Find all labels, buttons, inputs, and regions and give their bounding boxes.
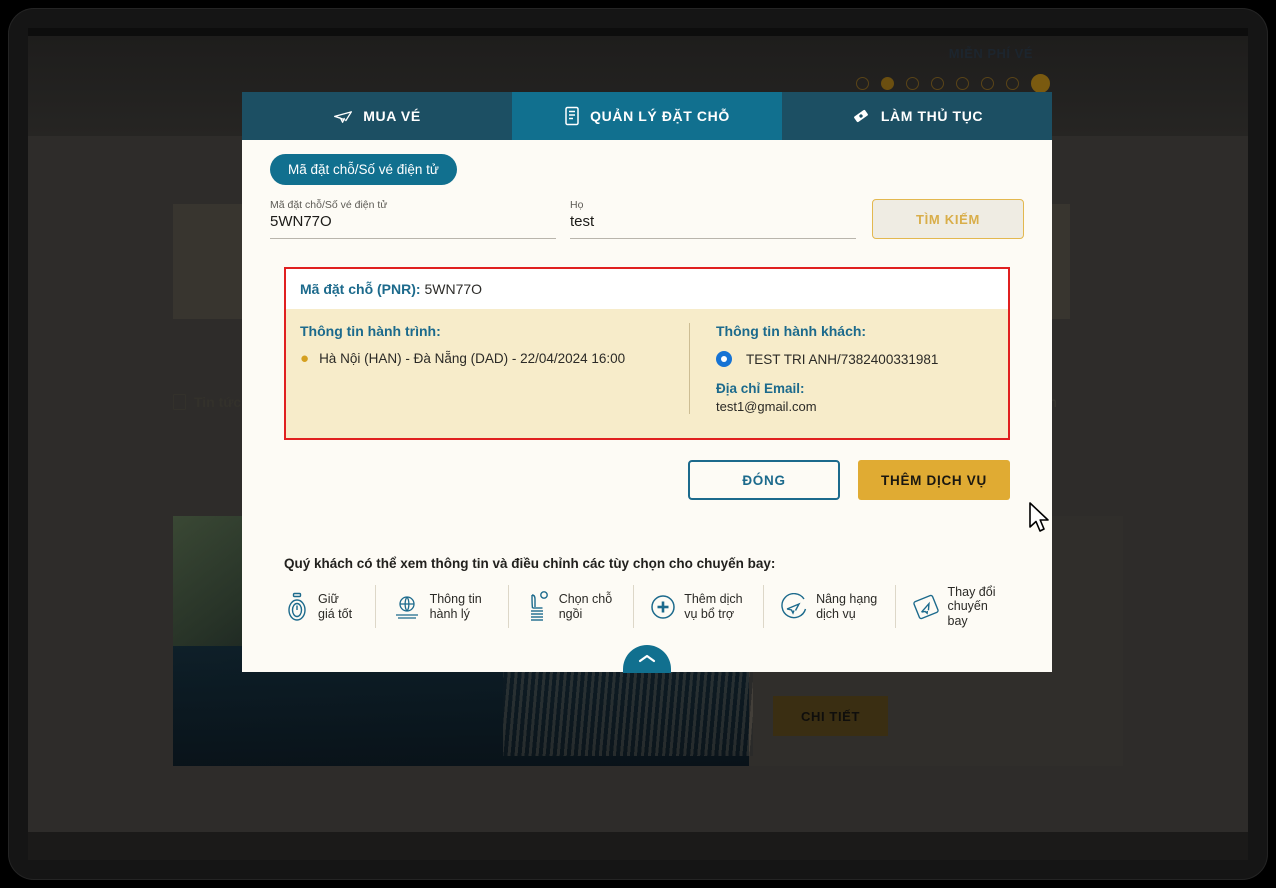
pnr-field-group: Mã đặt chỗ/Số vé điện tử (270, 199, 556, 239)
itinerary-segment: ● Hà Nội (HAN) - Đà Nẵng (DAD) - 22/04/2… (300, 351, 675, 366)
services-title: Quý khách có thể xem thông tin và điều c… (284, 556, 776, 571)
baggage-icon (395, 595, 418, 619)
service-change-flight[interactable]: Thay đổi chuyến bay (896, 585, 1010, 628)
service-baggage-info[interactable]: Thông tin hành lý (376, 585, 509, 629)
seat-icon (530, 590, 548, 621)
carousel-pause-button[interactable] (1031, 74, 1050, 93)
stopwatch-icon (288, 592, 306, 621)
service-ancillary-label: Thêm dịch vụ bổ trợ (684, 592, 743, 621)
background-promo-detail-button[interactable]: CHI TIẾT (773, 696, 888, 736)
document-icon (173, 394, 186, 410)
background-hero-title: MIỄN PHÍ VÉ (948, 46, 1033, 61)
lastname-field-label: Họ (570, 199, 584, 211)
radio-inner-dot (721, 356, 727, 362)
panel-content: Mã đặt chỗ/Số vé điện tử Mã đặt chỗ/Số v… (242, 140, 1052, 673)
search-type-pill-pnr[interactable]: Mã đặt chỗ/Số vé điện tử (270, 154, 457, 185)
service-ancillary[interactable]: Thêm dịch vụ bổ trợ (634, 585, 765, 629)
booking-document-icon (565, 106, 579, 126)
airplane-icon (334, 111, 353, 123)
service-change-flight-label: Thay đổi chuyến bay (947, 585, 996, 628)
background-topbar (28, 28, 1248, 36)
carousel-dot[interactable] (956, 77, 969, 90)
search-form: Mã đặt chỗ/Số vé điện tử Họ TÌM KIẾM (270, 199, 1024, 239)
service-hold-price-label: Giữ giá tốt (318, 592, 353, 621)
passenger-row[interactable]: TEST TRI ANH/7382400331981 (716, 351, 994, 367)
carousel-dots[interactable] (856, 74, 1050, 93)
carousel-dot[interactable] (1006, 77, 1019, 90)
tab-buy-ticket-label: MUA VÉ (363, 108, 421, 124)
itinerary-segment-text: Hà Nội (HAN) - Đà Nẵng (DAD) - 22/04/202… (319, 351, 626, 366)
service-baggage-info-label: Thông tin hành lý (429, 592, 482, 621)
itinerary-title: Thông tin hành trình: (300, 323, 441, 339)
service-seat-selection[interactable]: Chọn chỗ ngồi (509, 585, 635, 629)
booking-result-header: Mã đặt chỗ (PNR): 5WN77O (286, 269, 1008, 309)
carousel-dot[interactable] (906, 77, 919, 90)
passenger-title: Thông tin hành khách: (716, 323, 867, 339)
background-news-label: Tin tức (194, 394, 242, 410)
panel-tabs: MUA VÉ QUẢN LÝ ĐẶT CHỖ LÀM THỦ TỤC (242, 92, 1052, 140)
service-upgrade-label: Nâng hạng dịch vụ (816, 592, 878, 621)
tab-manage-booking-label: QUẢN LÝ ĐẶT CHỖ (590, 108, 730, 124)
booking-result-body: Thông tin hành trình: ● Hà Nội (HAN) - Đ… (286, 309, 1008, 438)
pnr-label: Mã đặt chỗ (PNR): (300, 281, 421, 297)
tab-check-in-label: LÀM THỦ TỤC (880, 108, 984, 124)
carousel-dot-active[interactable] (881, 77, 894, 90)
email-value: test1@gmail.com (716, 399, 817, 414)
carousel-dot[interactable] (856, 77, 869, 90)
booking-management-panel: MUA VÉ QUẢN LÝ ĐẶT CHỖ LÀM THỦ TỤC Mã đặ… (242, 92, 1052, 674)
lastname-input[interactable] (570, 213, 856, 239)
background-footer (28, 832, 1248, 860)
passenger-radio-selected[interactable] (716, 351, 732, 367)
services-row: Giữ giá tốt Thông tin hành lý Chọn chỗ n… (284, 585, 1010, 629)
pnr-code: 5WN77O (424, 281, 483, 297)
carousel-dot[interactable] (981, 77, 994, 90)
panel-actions: ĐÓNG THÊM DỊCH VỤ (284, 460, 1010, 500)
upgrade-icon (781, 592, 807, 618)
close-button[interactable]: ĐÓNG (688, 460, 840, 500)
search-button[interactable]: TÌM KIẾM (872, 199, 1024, 239)
email-label: Địa chỉ Email: (716, 381, 805, 396)
chevron-up-icon (638, 655, 656, 663)
pnr-input[interactable] (270, 213, 556, 239)
bullet-icon: ● (300, 350, 310, 367)
service-upgrade[interactable]: Nâng hạng dịch vụ (764, 585, 896, 629)
booking-result-card: Mã đặt chỗ (PNR): 5WN77O Thông tin hành … (284, 267, 1010, 440)
tab-buy-ticket[interactable]: MUA VÉ (242, 92, 512, 140)
tab-check-in[interactable]: LÀM THỦ TỤC (782, 92, 1052, 140)
pnr-field-label: Mã đặt chỗ/Số vé điện tử (270, 199, 388, 211)
tab-manage-booking[interactable]: QUẢN LÝ ĐẶT CHỖ (512, 92, 782, 140)
change-flight-icon (912, 594, 939, 619)
add-service-button[interactable]: THÊM DỊCH VỤ (858, 460, 1010, 500)
service-hold-price[interactable]: Giữ giá tốt (284, 585, 376, 629)
device-frame: MIỄN PHÍ VÉ HÀNH TRẢ (0, 0, 1276, 888)
lastname-field-group: Họ (570, 199, 856, 239)
itinerary-column: Thông tin hành trình: ● Hà Nội (HAN) - Đ… (300, 323, 690, 414)
service-seat-selection-label: Chọn chỗ ngồi (558, 592, 613, 621)
carousel-dot[interactable] (931, 77, 944, 90)
passenger-name: TEST TRI ANH/7382400331981 (746, 351, 939, 367)
plus-circle-icon (651, 594, 675, 619)
passenger-column: Thông tin hành khách: TEST TRI ANH/73824… (690, 323, 994, 414)
boarding-pass-icon (853, 109, 868, 123)
mouse-cursor (1029, 502, 1049, 532)
background-news-link[interactable]: Tin tức (173, 394, 241, 410)
screen: MIỄN PHÍ VÉ HÀNH TRẢ (28, 28, 1248, 860)
